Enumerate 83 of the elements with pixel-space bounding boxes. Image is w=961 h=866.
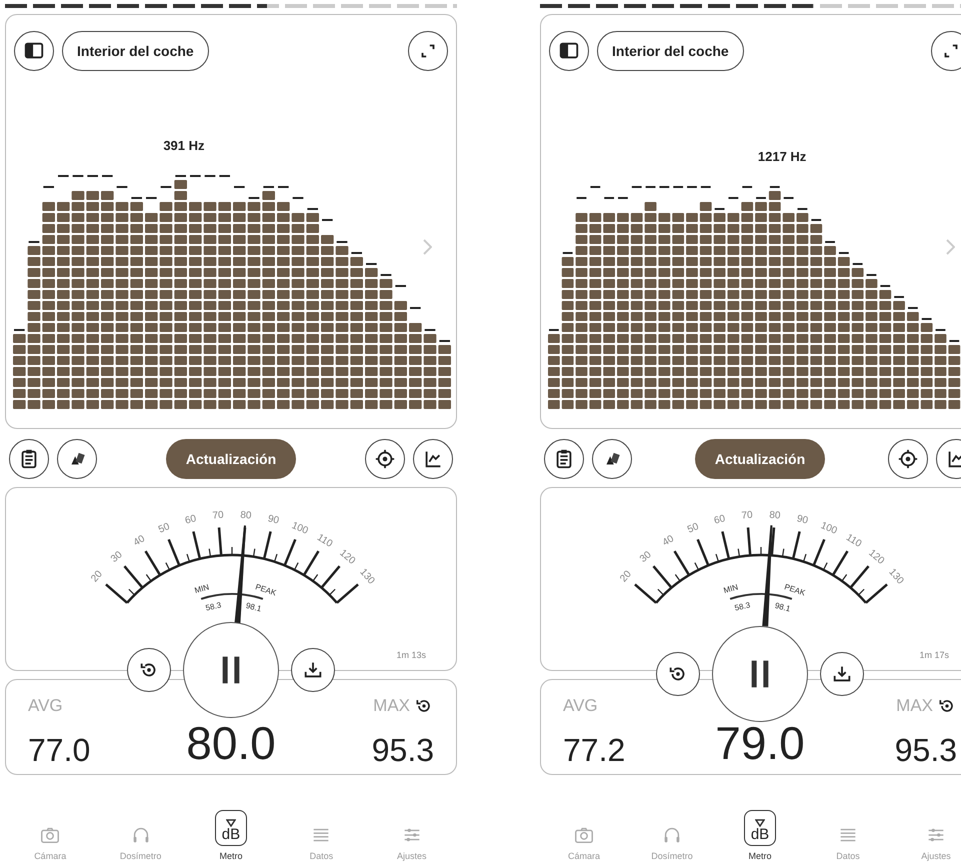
update-button[interactable]: Actualización (694, 439, 826, 479)
peak-frequency-label: 391 Hz (163, 137, 205, 155)
nav-tab[interactable]: dB Metro (716, 810, 804, 863)
max-value: 95.3 (894, 734, 957, 766)
scale-label: 80 (768, 510, 781, 522)
max-label: MAX (373, 696, 410, 716)
reset-button[interactable] (127, 648, 171, 692)
peak-label: PEAK (254, 582, 278, 598)
expand-button[interactable] (931, 31, 961, 71)
notes-button[interactable] (544, 439, 584, 479)
reset-button[interactable] (656, 652, 700, 696)
preset-button[interactable]: Interior del coche (597, 31, 744, 71)
scale-label: 100 (290, 520, 310, 537)
target-icon (374, 448, 396, 470)
scale-label: 120 (337, 548, 358, 567)
scale-label: 120 (866, 548, 886, 567)
min-label: MIN (194, 582, 210, 596)
scale-label: 110 (314, 532, 334, 550)
scale-label: 20 (89, 568, 105, 584)
scale-label: 100 (818, 520, 839, 537)
avg-label: AVG (563, 696, 598, 716)
scale-label: 50 (686, 521, 700, 536)
scale-label: 130 (886, 566, 906, 587)
max-value: 95.3 (372, 734, 434, 766)
nav-tab[interactable]: Datos (804, 824, 892, 863)
chart-button[interactable] (413, 439, 453, 479)
update-button[interactable]: Actualización (166, 439, 296, 479)
current-value: 79.0 (715, 720, 805, 766)
target-button[interactable] (888, 439, 928, 479)
shapes-button[interactable] (57, 439, 97, 479)
scale-label: 80 (240, 510, 252, 522)
scale-label: 70 (212, 510, 224, 522)
peak-value: 98.1 (774, 601, 792, 614)
sidebar-button[interactable] (549, 31, 589, 71)
current-value: 80.0 (186, 720, 276, 766)
nav-tab[interactable]: Ajustes (892, 824, 961, 863)
scale-label: 50 (156, 521, 172, 536)
scale-label: 20 (618, 568, 634, 584)
peak-label: PEAK (783, 582, 806, 598)
scale-label: 130 (357, 566, 377, 587)
nav-tab[interactable]: Dosímetro (628, 824, 716, 863)
peak-frequency-label: 1217 Hz (758, 148, 806, 166)
target-icon (897, 448, 919, 470)
avg-value: 77.0 (28, 734, 90, 766)
shapes-button[interactable] (592, 439, 632, 479)
db-text: dB (750, 826, 770, 842)
preset-button[interactable]: Interior del coche (62, 31, 209, 71)
nav-tab[interactable]: Ajustes (366, 824, 457, 863)
peak-value: 98.1 (244, 601, 262, 614)
scale-label: 30 (638, 549, 654, 565)
scale-label: 70 (741, 510, 754, 522)
target-button[interactable] (365, 439, 405, 479)
triangle-icon (755, 818, 765, 826)
scale-label: 110 (844, 532, 864, 550)
avg-value: 77.2 (563, 734, 626, 766)
scale-label: 30 (109, 549, 125, 565)
expand-button[interactable] (408, 31, 448, 71)
nav-tab[interactable]: Cámara (5, 824, 96, 863)
chevron-icon (423, 239, 432, 255)
scale-label: 40 (132, 533, 147, 549)
elapsed-time: 1m 17s (919, 648, 949, 662)
scale-label: 90 (796, 513, 810, 527)
max-label: MAX (896, 696, 933, 716)
scale-label: 60 (712, 513, 726, 527)
chevron-icon (946, 239, 955, 255)
min-value: 58.3 (734, 600, 751, 613)
nav-tab[interactable]: dB Metro (186, 810, 276, 863)
avg-label: AVG (28, 696, 63, 716)
triangle-icon (226, 818, 236, 826)
notes-button[interactable] (9, 439, 49, 479)
elapsed-time: 1m 13s (396, 648, 426, 662)
min-value: 58.3 (204, 600, 222, 613)
download-button[interactable] (291, 648, 335, 692)
min-label: MIN (722, 582, 740, 596)
download-button[interactable] (820, 652, 864, 696)
scale-label: 60 (184, 513, 198, 527)
scale-label: 90 (266, 513, 280, 527)
db-text: dB (222, 826, 240, 842)
sidebar-button[interactable] (14, 31, 54, 71)
nav-tab[interactable]: Datos (276, 824, 367, 863)
scale-label: 40 (660, 533, 676, 549)
nav-tab[interactable]: Dosímetro (95, 824, 186, 863)
nav-tab[interactable]: Cámara (540, 824, 628, 863)
